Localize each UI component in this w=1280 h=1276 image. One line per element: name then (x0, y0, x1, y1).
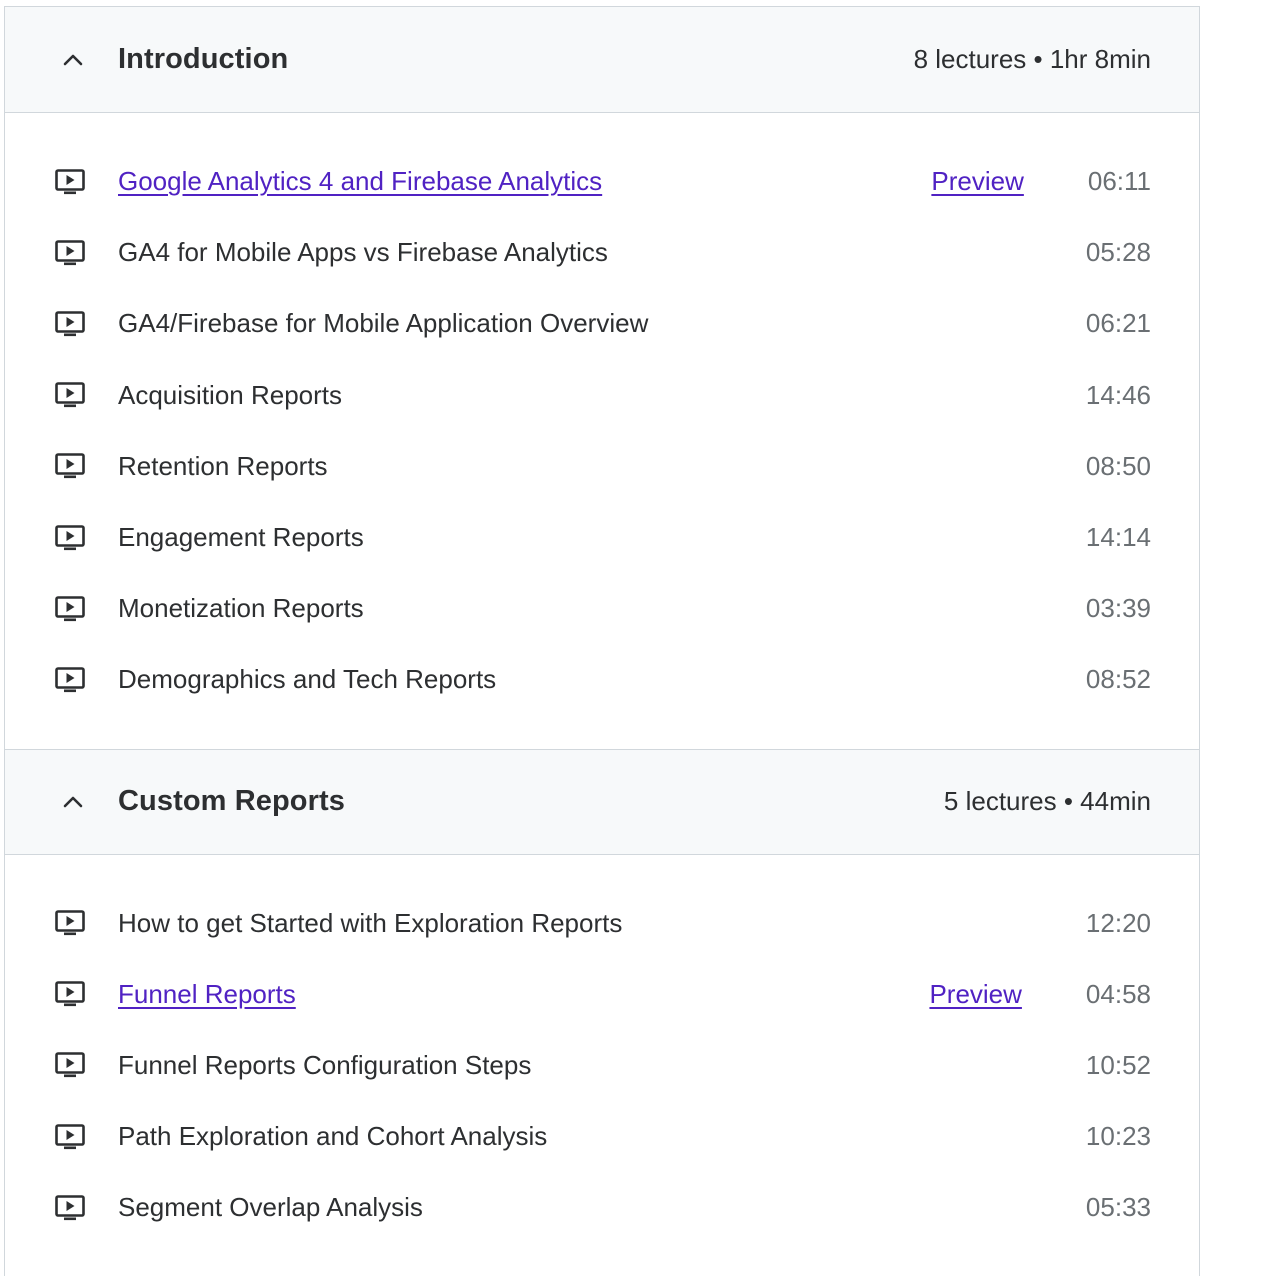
section-custom-reports: Custom Reports 5 lectures • 44min How to… (5, 749, 1199, 1276)
video-play-icon (53, 906, 87, 940)
section-meta: 5 lectures • 44min (944, 786, 1151, 817)
course-curriculum: Introduction 8 lectures • 1hr 8min Googl… (4, 6, 1200, 1276)
lecture-duration: 06:21 (1086, 308, 1151, 339)
lecture-list: Google Analytics 4 and Firebase Analytic… (5, 113, 1199, 749)
lecture-item: Funnel Reports Configuration Steps 10:52 (5, 1030, 1199, 1101)
lecture-item: How to get Started with Exploration Repo… (5, 888, 1199, 959)
lecture-item: Retention Reports 08:50 (5, 431, 1199, 502)
lecture-title: Funnel Reports Configuration Steps (118, 1050, 1086, 1081)
video-play-icon (53, 1191, 87, 1225)
video-play-icon (53, 592, 87, 626)
lecture-list: How to get Started with Exploration Repo… (5, 855, 1199, 1276)
lecture-title: Path Exploration and Cohort Analysis (118, 1121, 1086, 1152)
section-meta: 8 lectures • 1hr 8min (914, 44, 1151, 75)
lecture-duration: 14:14 (1086, 522, 1151, 553)
video-play-icon (53, 165, 87, 199)
lecture-duration: 06:11 (1088, 166, 1151, 197)
lecture-item: Demographics and Tech Reports 08:52 (5, 644, 1199, 715)
video-play-icon (53, 307, 87, 341)
section-title: Custom Reports (118, 785, 944, 818)
section-introduction: Introduction 8 lectures • 1hr 8min Googl… (5, 7, 1199, 749)
lecture-item: GA4 for Mobile Apps vs Firebase Analytic… (5, 217, 1199, 288)
video-play-icon (53, 449, 87, 483)
chevron-up-icon (61, 790, 85, 814)
lecture-title: How to get Started with Exploration Repo… (118, 908, 1086, 939)
video-play-icon (53, 1120, 87, 1154)
lecture-title: Demographics and Tech Reports (118, 664, 1086, 695)
lecture-duration: 05:33 (1086, 1192, 1151, 1223)
lecture-item: Funnel Reports Preview 04:58 (5, 959, 1199, 1030)
lecture-duration: 04:58 (1086, 979, 1151, 1010)
lecture-item: Engagement Reports 14:14 (5, 502, 1199, 573)
lecture-item: Monetization Reports 03:39 (5, 573, 1199, 644)
lecture-duration: 10:23 (1086, 1121, 1151, 1152)
lecture-title: Acquisition Reports (118, 380, 1086, 411)
preview-link[interactable]: Preview (931, 166, 1023, 197)
lecture-title: Monetization Reports (118, 593, 1086, 624)
lecture-duration: 14:46 (1086, 380, 1151, 411)
lecture-title-link[interactable]: Google Analytics 4 and Firebase Analytic… (118, 166, 931, 197)
lecture-title: GA4/Firebase for Mobile Application Over… (118, 308, 1086, 339)
section-header-custom-reports[interactable]: Custom Reports 5 lectures • 44min (5, 749, 1199, 855)
lecture-duration: 10:52 (1086, 1050, 1151, 1081)
chevron-up-icon (61, 48, 85, 72)
lecture-title: GA4 for Mobile Apps vs Firebase Analytic… (118, 237, 1086, 268)
lecture-title-link[interactable]: Funnel Reports (118, 979, 929, 1010)
lecture-item: Segment Overlap Analysis 05:33 (5, 1172, 1199, 1243)
lecture-duration: 03:39 (1086, 593, 1151, 624)
video-play-icon (53, 1048, 87, 1082)
preview-link[interactable]: Preview (929, 979, 1021, 1010)
section-header-introduction[interactable]: Introduction 8 lectures • 1hr 8min (5, 7, 1199, 113)
video-play-icon (53, 663, 87, 697)
lecture-title: Retention Reports (118, 451, 1086, 482)
lecture-duration: 12:20 (1086, 908, 1151, 939)
section-title: Introduction (118, 43, 914, 76)
lecture-item: Google Analytics 4 and Firebase Analytic… (5, 146, 1199, 217)
lecture-item: Acquisition Reports 14:46 (5, 360, 1199, 431)
lecture-duration: 08:52 (1086, 664, 1151, 695)
lecture-title: Engagement Reports (118, 522, 1086, 553)
lecture-item: GA4/Firebase for Mobile Application Over… (5, 288, 1199, 359)
lecture-item: Path Exploration and Cohort Analysis 10:… (5, 1101, 1199, 1172)
lecture-duration: 05:28 (1086, 237, 1151, 268)
video-play-icon (53, 236, 87, 270)
lecture-title: Segment Overlap Analysis (118, 1192, 1086, 1223)
video-play-icon (53, 977, 87, 1011)
video-play-icon (53, 521, 87, 555)
video-play-icon (53, 378, 87, 412)
lecture-duration: 08:50 (1086, 451, 1151, 482)
